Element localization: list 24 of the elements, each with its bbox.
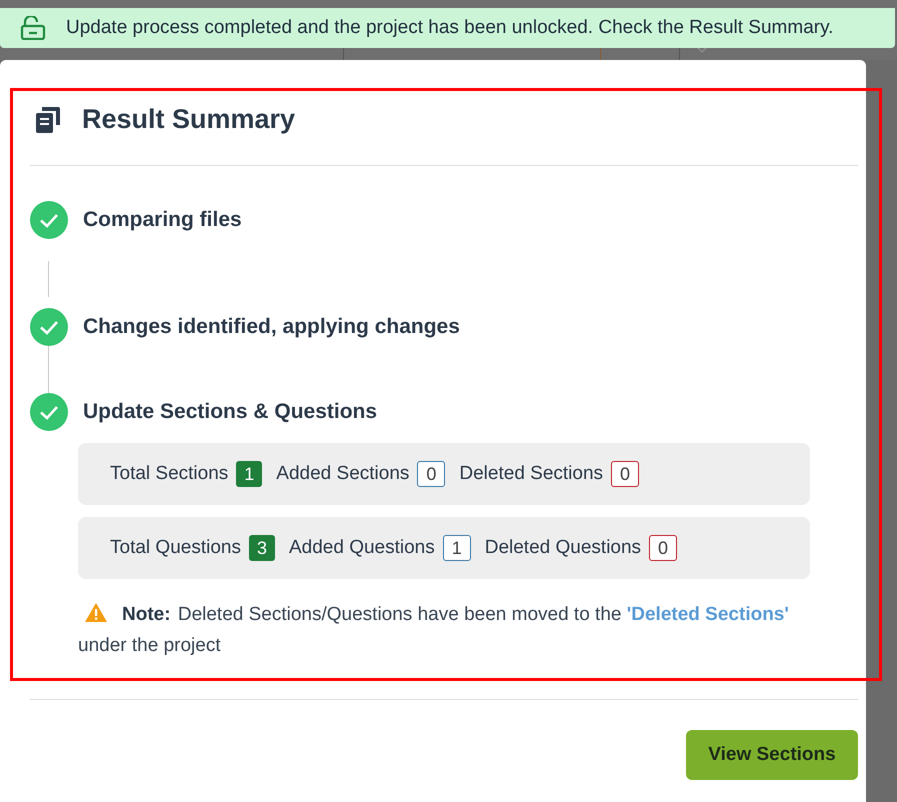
step-label: Changes identified, applying changes [83,315,460,339]
documents-icon [36,106,60,132]
stat-label: Added Sections [276,463,410,485]
step-label: Comparing files [83,208,242,232]
step-label: Update Sections & Questions [83,400,378,424]
deleted-sections-link[interactable]: 'Deleted Sections' [626,604,789,625]
count-badge: 1 [442,535,471,561]
note-text: under the project [78,634,221,658]
stat-label: Total Sections [110,463,228,485]
count-badge: 0 [611,461,640,487]
warning-icon [84,602,108,623]
stat-label: Added Questions [288,537,435,559]
view-sections-button[interactable]: View Sections [686,730,858,780]
unlock-icon [20,16,46,40]
dialog-title: Result Summary [82,104,296,135]
count-badge: 0 [417,461,446,487]
count-badge: 1 [236,461,262,487]
count-badge: 0 [649,535,678,561]
note-text: Note: Deleted Sections/Questions have been moved to the 'Deleted Sections' [122,603,789,627]
toast-message: Update process completed and the project has been unlocked. Check the Result Summary. [66,17,834,39]
count-badge: 3 [248,535,275,561]
stat-label: Total Questions [110,537,241,559]
stat-label: Deleted Questions [484,537,642,559]
stat-label: Deleted Sections [459,463,604,485]
